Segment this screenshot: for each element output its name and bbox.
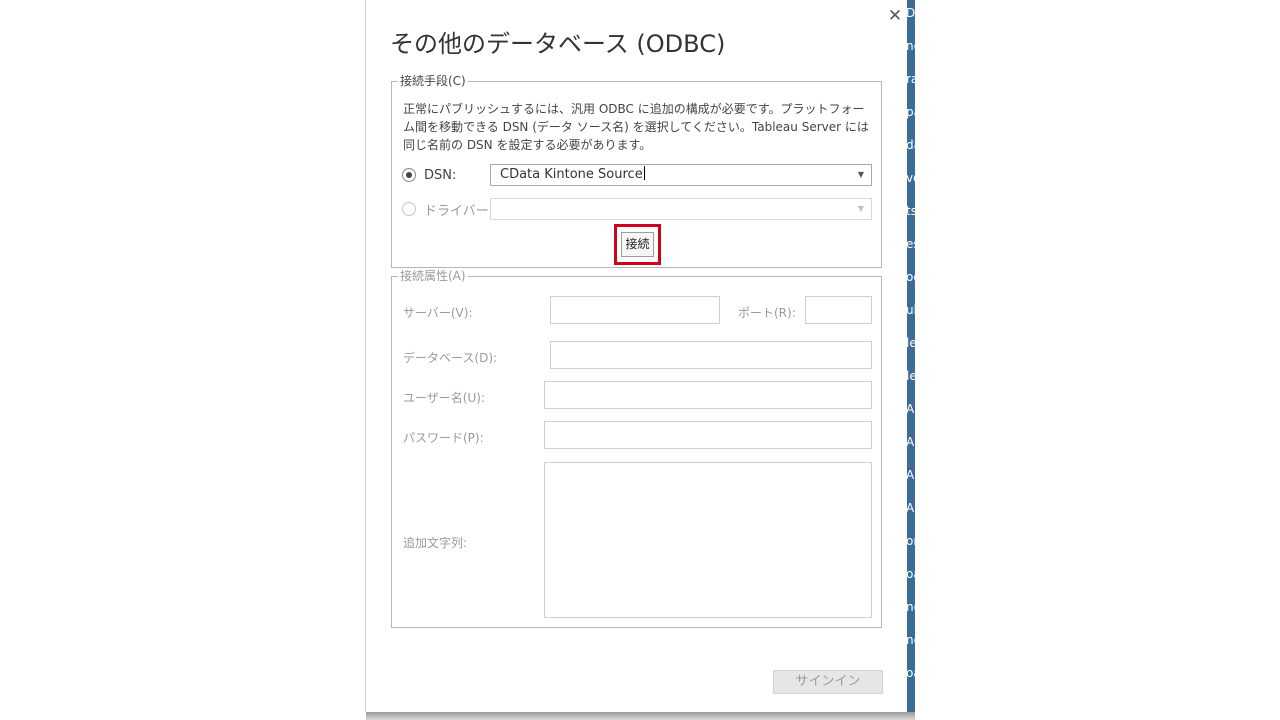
close-icon[interactable]: ✕ [885,6,905,26]
password-input[interactable] [544,421,872,449]
background-list-item: oa [906,666,915,680]
background-list-item: AP [906,435,915,449]
connection-group-label: 接続手段(C) [398,74,468,88]
background-window-strip: Da ne ra pa da vo ts es og ub le le AP A… [906,0,915,712]
background-list-item: Da [906,6,915,20]
signin-button[interactable]: サインイン [773,670,883,694]
password-label: パスワード(P): [403,431,484,445]
chevron-down-icon[interactable]: ▼ [851,165,871,185]
background-list-item: or [906,534,915,548]
dsn-value: CData Kintone Source [500,167,643,182]
background-list-item: le [906,369,915,383]
chevron-down-icon[interactable]: ▼ [851,199,871,219]
database-label: データベース(D): [403,351,498,365]
dialog-bottom-shadow [366,712,915,720]
background-list-item: le [906,336,915,350]
attributes-group-label: 接続属性(A) [398,269,468,283]
background-list-item: da [906,138,915,152]
username-label: ユーザー名(U): [403,391,485,405]
background-list-item: ub [906,303,915,317]
background-list-item: og [906,270,915,284]
connection-description: 正常にパブリッシュするには、汎用 ODBC に追加の構成が必要です。プラットフォ… [403,102,869,152]
driver-label: ドライバー: [424,203,494,219]
extra-string-textarea[interactable] [544,462,872,618]
background-list-item: es [906,237,915,251]
background-list-item: ng [906,600,915,614]
port-input[interactable] [805,296,872,324]
connect-button[interactable]: 接続 [621,232,654,257]
extra-string-label: 追加文字列: [403,536,468,550]
port-label: ポート(R): [738,306,796,320]
background-list-item: pa [906,105,915,119]
database-input[interactable] [550,341,872,369]
background-list-item: AP [906,468,915,482]
connection-attributes-group: 接続属性(A) サーバー(V): ポート(R): データベース(D): ユーザー… [391,269,882,628]
background-list-item: AP [906,501,915,515]
dsn-radio[interactable]: DSN: [402,165,456,185]
username-input[interactable] [544,381,872,409]
driver-radio[interactable]: ドライバー: [402,199,493,219]
background-list-item: no [906,633,915,647]
radio-selected-icon[interactable] [402,168,416,182]
background-list-item: ts [906,204,915,218]
background-list-item: ne [906,39,915,53]
background-list-item: vo [906,171,915,185]
connect-button-highlight: 接続 [614,224,661,265]
dsn-label: DSN: [424,167,457,183]
server-label: サーバー(V): [403,306,473,320]
connection-method-group: 接続手段(C) 正常にパブリッシュするには、汎用 ODBC に追加の構成が必要で… [391,74,882,268]
text-caret [643,166,645,180]
background-list-item: ra [906,72,915,86]
dsn-select[interactable]: CData Kintone Source ▼ [490,164,872,186]
server-input[interactable] [550,296,720,324]
driver-select[interactable]: ▼ [490,198,872,220]
background-list-item: AP [906,402,915,416]
odbc-dialog: ✕ その他のデータベース (ODBC) 接続手段(C) 正常にパブリッシュするに… [365,0,907,712]
radio-unselected-icon[interactable] [402,202,416,216]
dialog-title: その他のデータベース (ODBC) [390,30,726,58]
background-list-item: oa [906,567,915,581]
